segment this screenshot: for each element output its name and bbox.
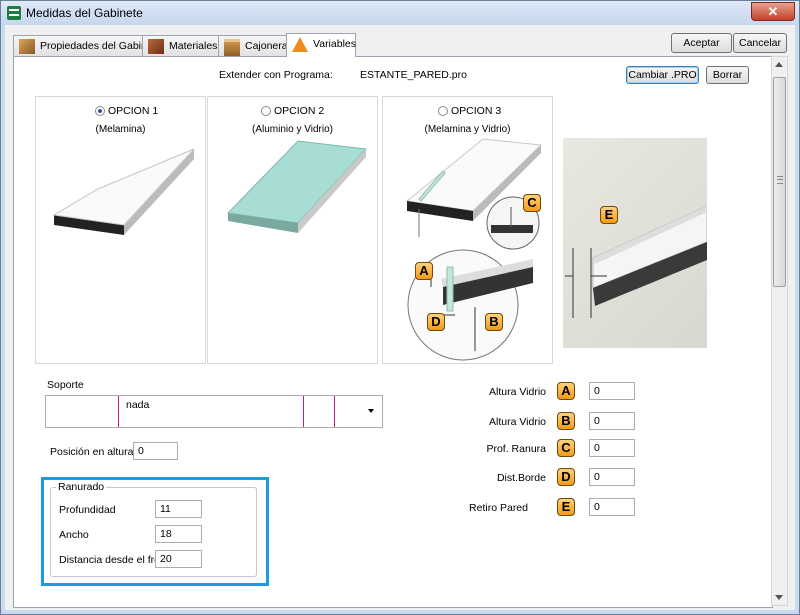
- var-c-input[interactable]: 0: [589, 439, 635, 457]
- scroll-up-icon[interactable]: [775, 62, 783, 67]
- accept-button[interactable]: Aceptar: [671, 33, 732, 53]
- var-b-label: Altura Vidrio: [488, 416, 546, 428]
- vertical-scrollbar[interactable]: [771, 56, 788, 606]
- separator-mark: [334, 396, 335, 427]
- var-d-label: Dist.Borde: [496, 472, 546, 484]
- close-button[interactable]: ✕: [751, 2, 795, 21]
- shelf-melamine-glass-diagram: [405, 138, 543, 361]
- option-1-card[interactable]: OPCION 1 (Melamina): [35, 96, 206, 364]
- chevron-down-icon[interactable]: [368, 409, 374, 413]
- tab-variables[interactable]: Variables: [286, 33, 356, 57]
- tab-propiedades[interactable]: Propiedades del Gabinete: [13, 35, 161, 56]
- option-2-title: OPCION 2: [274, 105, 325, 117]
- app-icon: [7, 6, 21, 20]
- badge-a-var: A: [557, 382, 575, 400]
- variables-panel: Extender con Programa: ESTANTE_PARED.pro…: [13, 56, 773, 608]
- separator-mark: [303, 396, 304, 427]
- dialog-window: Medidas del Gabinete ✕ Propiedades del G…: [0, 0, 800, 615]
- tab-materiales[interactable]: Materiales: [142, 35, 219, 56]
- option-3-title: OPCION 3: [451, 105, 502, 117]
- option-3-card[interactable]: OPCION 3 (Melamina y Vidrio) C A D B: [382, 96, 553, 364]
- badge-a: A: [415, 262, 433, 280]
- badge-b-var: B: [557, 412, 575, 430]
- var-e-label: Retiro Pared: [469, 502, 528, 514]
- posicion-input[interactable]: 0: [133, 442, 178, 460]
- badge-b: B: [485, 313, 503, 331]
- option-1-title: OPCION 1: [108, 105, 159, 117]
- wall-gap-diagram: E: [563, 138, 707, 348]
- materials-icon: [148, 39, 164, 54]
- posicion-label: Posición en altura: [50, 446, 134, 458]
- shelf-melamine-image: [52, 148, 195, 235]
- badge-d-var: D: [557, 468, 575, 486]
- client-area: Propiedades del Gabinete Materiales Cajo…: [5, 25, 795, 610]
- soporte-label: Soporte: [47, 379, 84, 391]
- var-a-input[interactable]: 0: [589, 382, 635, 400]
- program-value: ESTANTE_PARED.pro: [360, 69, 467, 81]
- badge-d: D: [427, 313, 445, 331]
- profundidad-label: Profundidad: [59, 504, 116, 516]
- badge-e: E: [600, 206, 618, 224]
- option-3-radio[interactable]: [438, 106, 448, 116]
- var-a-label: Altura Vidrio: [488, 386, 546, 398]
- tab-label: Materiales: [169, 40, 218, 52]
- profundidad-input[interactable]: 11: [155, 500, 202, 518]
- change-pro-button[interactable]: Cambiar .PRO: [626, 66, 699, 84]
- window-title: Medidas del Gabinete: [26, 6, 143, 20]
- option-1-subtitle: (Melamina): [95, 124, 146, 135]
- delete-button[interactable]: Borrar: [706, 66, 749, 84]
- grip-icon: [777, 176, 783, 184]
- badge-c-var: C: [557, 439, 575, 457]
- separator-mark: [118, 396, 119, 427]
- var-c-label: Prof. Ranura: [486, 443, 546, 455]
- drawer-icon: [224, 39, 240, 57]
- option-2-card[interactable]: OPCION 2 (Aluminio y Vidrio): [207, 96, 378, 364]
- cone-icon: [292, 37, 308, 52]
- distancia-input[interactable]: 20: [155, 550, 202, 568]
- cabinet-box-icon: [19, 39, 35, 54]
- badge-c: C: [523, 194, 541, 212]
- ancho-label: Ancho: [59, 529, 89, 541]
- var-b-input[interactable]: 0: [589, 412, 635, 430]
- var-d-input[interactable]: 0: [589, 468, 635, 486]
- var-e-input[interactable]: 0: [589, 498, 635, 516]
- shelf-glass-image: [226, 140, 368, 233]
- ancho-input[interactable]: 18: [155, 525, 202, 543]
- ranurado-title: Ranurado: [56, 481, 107, 493]
- scroll-thumb[interactable]: [773, 77, 786, 287]
- option-1-radio[interactable]: [95, 106, 105, 116]
- soporte-select[interactable]: nada: [45, 395, 383, 428]
- cancel-button[interactable]: Cancelar: [733, 33, 787, 53]
- badge-e-var: E: [557, 498, 575, 516]
- program-label: Extender con Programa:: [219, 69, 333, 81]
- tab-label: Variables: [313, 38, 356, 50]
- soporte-value: nada: [126, 399, 150, 411]
- option-2-subtitle: (Aluminio y Vidrio): [252, 124, 333, 135]
- title-bar[interactable]: Medidas del Gabinete ✕: [1, 1, 799, 25]
- option-2-radio[interactable]: [261, 106, 271, 116]
- option-3-subtitle: (Melamina y Vidrio): [424, 124, 511, 135]
- scroll-down-icon[interactable]: [775, 595, 783, 600]
- tab-cajoneras[interactable]: Cajoneras: [218, 35, 293, 57]
